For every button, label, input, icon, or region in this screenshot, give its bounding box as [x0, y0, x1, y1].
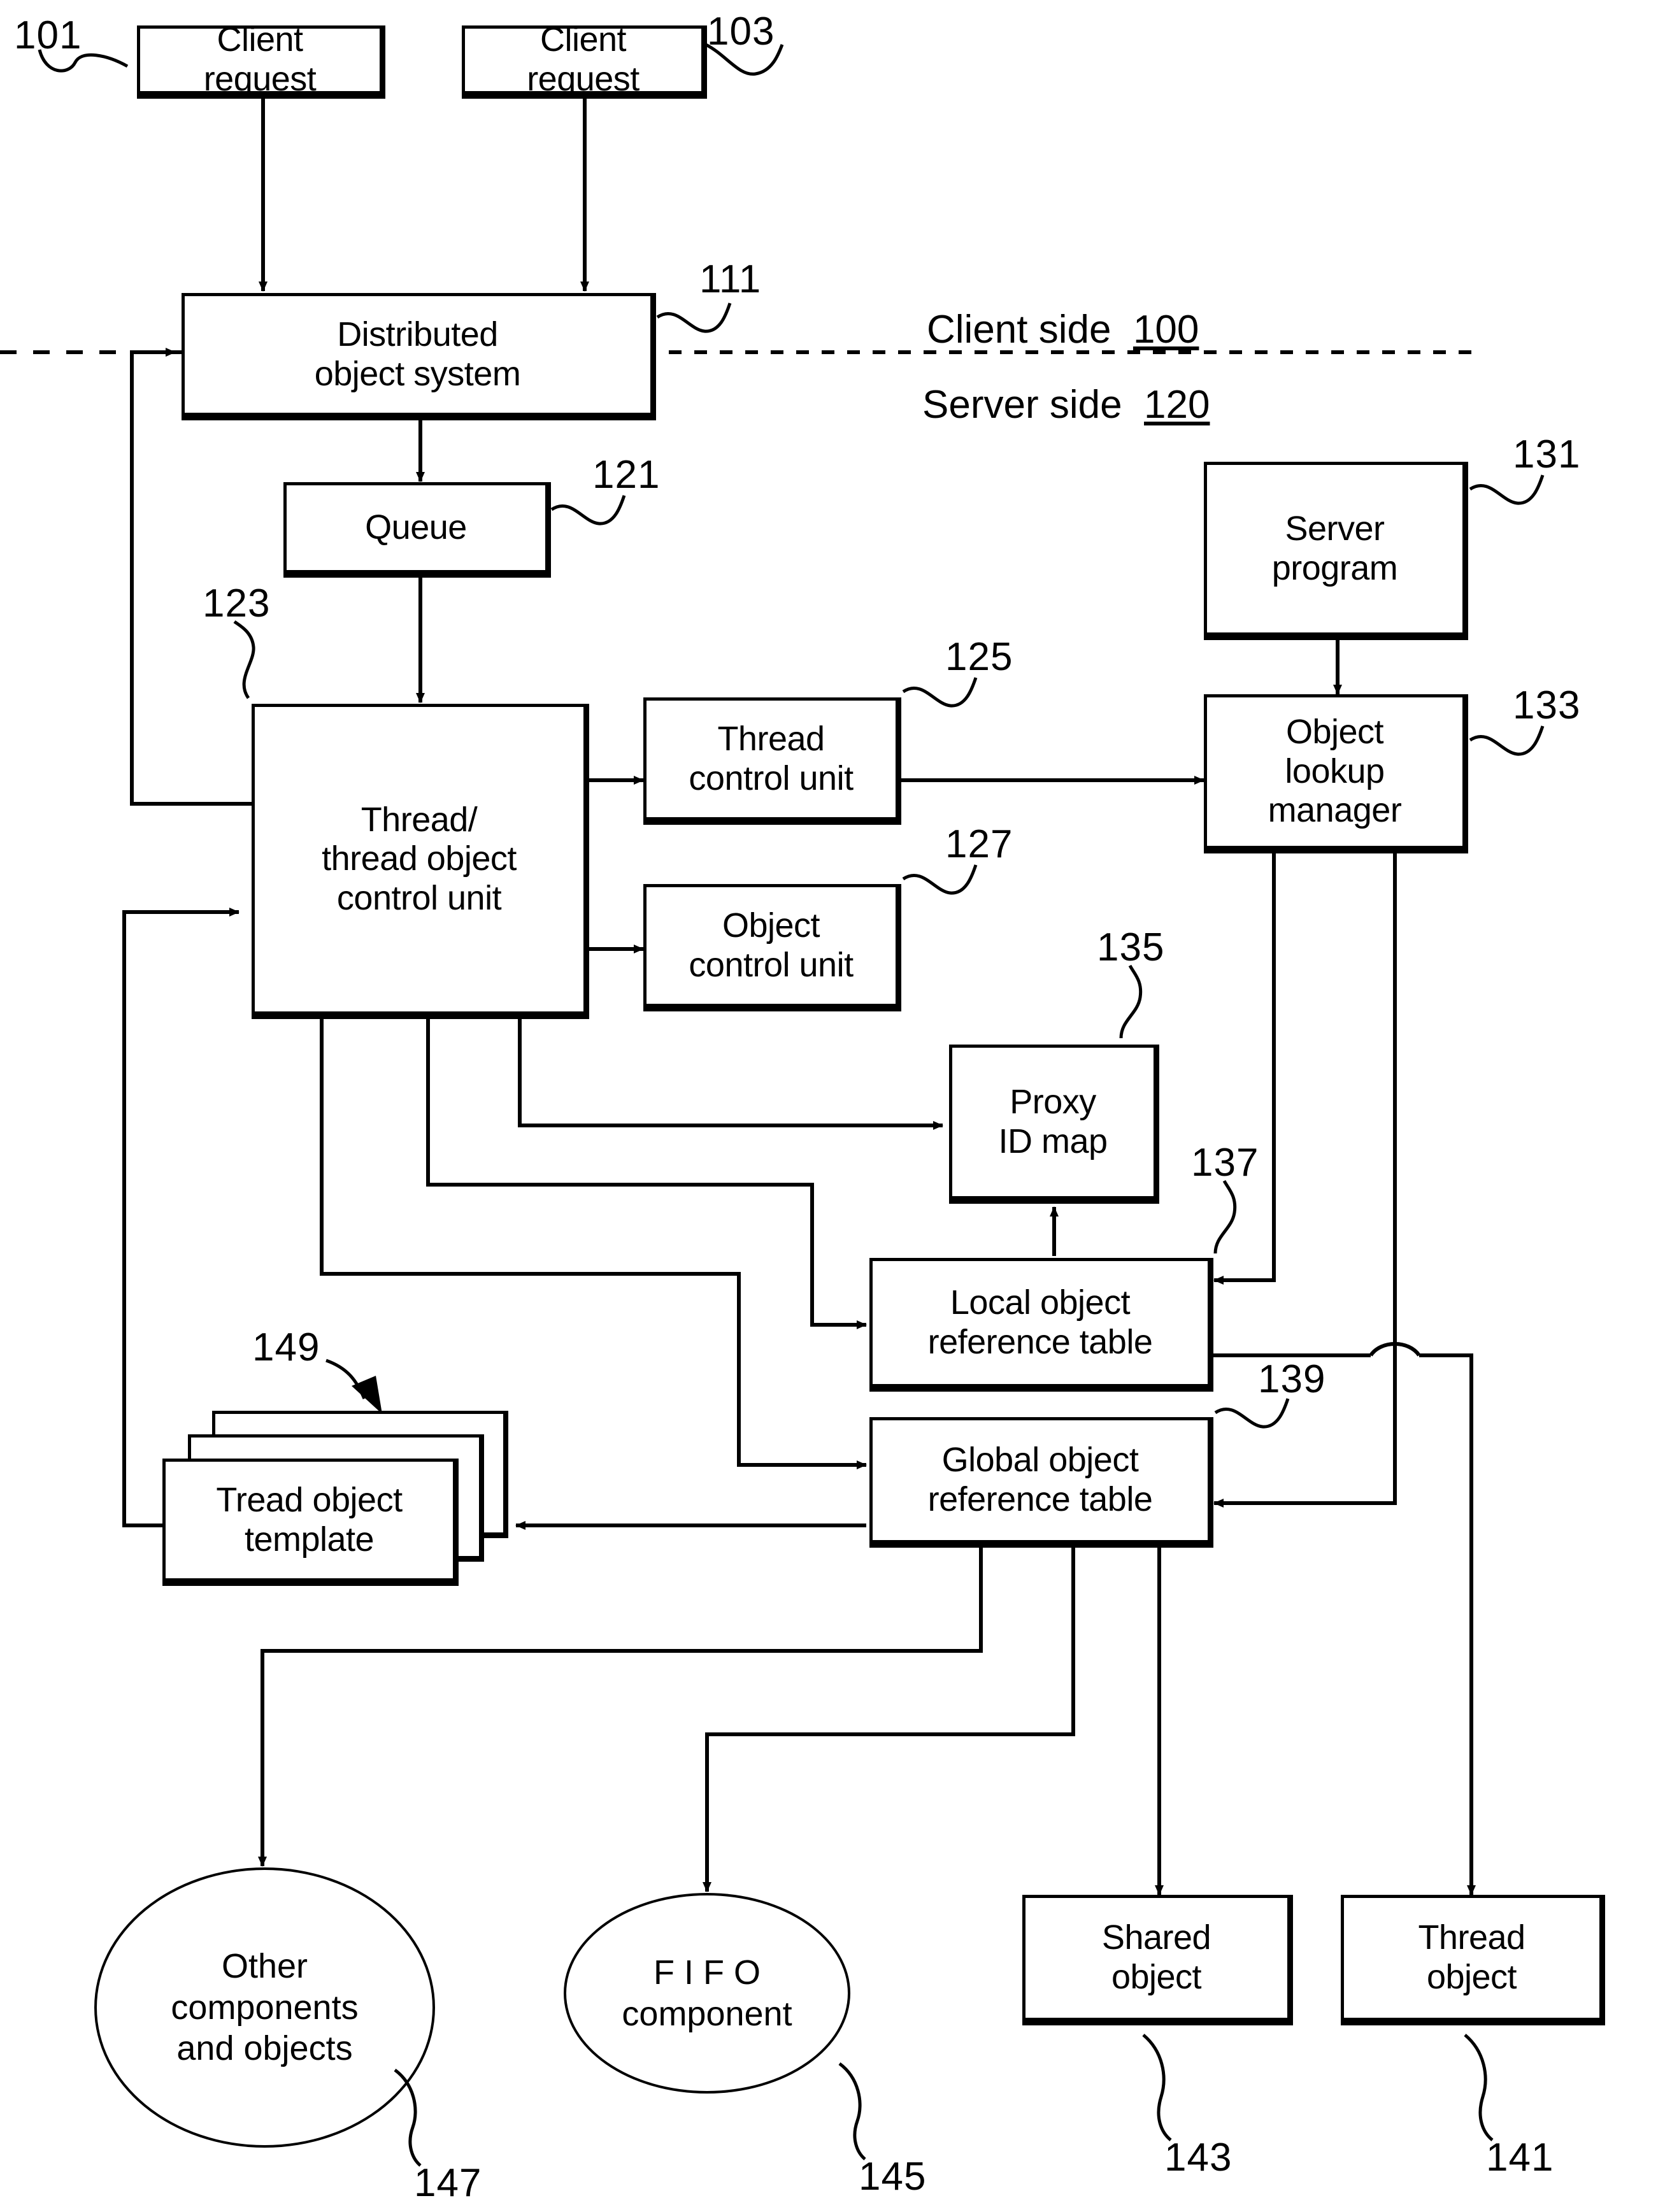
tread-object-template-label: Tread object template [216, 1480, 403, 1559]
leader-139 [1214, 1398, 1290, 1429]
leader-145 [838, 2062, 866, 2160]
leader-141 [1464, 2034, 1494, 2141]
shared-object-label: Shared object [1101, 1918, 1211, 1996]
proxy-id-map-label: Proxy ID map [998, 1082, 1108, 1160]
ref-137: 137 [1191, 1141, 1259, 1185]
ref-123: 133 [1513, 683, 1581, 727]
leader-137 [1213, 1180, 1237, 1254]
ref-103: 103 [707, 10, 775, 54]
object-control-unit-label: Object control unit [689, 906, 854, 984]
server-program-label: Server program [1271, 509, 1398, 587]
client-request-box-103[interactable]: Client request [462, 20, 707, 99]
distributed-object-system-label: Distributed object system [314, 315, 521, 393]
other-components-and-objects-ellipse[interactable]: Other components and objects [94, 1867, 435, 2148]
ref-125: 121 [592, 453, 661, 497]
leader-111 [656, 303, 732, 333]
global-object-reference-table-box[interactable]: Global object reference table [869, 1417, 1213, 1548]
object-lookup-manager-box[interactable]: Object lookup manager [1204, 694, 1468, 853]
client-side-label: Client side 100 [927, 307, 1199, 352]
wire-gort-other [258, 1548, 983, 1867]
wire-ttocu-gort [320, 1019, 867, 1469]
wire-olm-lort [1213, 831, 1276, 1285]
ref-145: 145 [859, 2155, 927, 2199]
server-side-label: Server side 120 [922, 382, 1210, 427]
other-components-and-objects-label: Other components and objects [171, 1946, 359, 2068]
local-object-reference-table-label: Local object reference table [927, 1283, 1153, 1361]
fifo-component-label: F I F O component [622, 1953, 792, 2033]
leader-143 [1142, 2034, 1172, 2141]
client-side-text: Client side [927, 308, 1111, 352]
wire-gort-fifo [703, 1548, 1075, 1892]
global-object-reference-table-label: Global object reference table [927, 1441, 1153, 1518]
ref-131: 125 [945, 635, 1013, 679]
ref-143: 143 [1164, 2136, 1232, 2180]
patent-figure: Client request Client request Distribute… [0, 0, 1679, 2212]
client-request-box-101[interactable]: Client request [137, 20, 385, 99]
wire-ttocu-lort [426, 1019, 867, 1329]
leader-123 [1469, 725, 1545, 756]
server-side-text: Server side [922, 383, 1122, 427]
ref-121: 131 [1513, 432, 1581, 476]
ref-139: 139 [1258, 1357, 1326, 1401]
thread-control-unit-box[interactable]: Thread control unit [643, 697, 901, 825]
ref-141: 141 [1486, 2136, 1554, 2180]
wire-ttocu-proxyidmap [518, 1019, 943, 1130]
client-request-label-101: Client request [203, 20, 317, 98]
leader-131 [902, 677, 978, 708]
distributed-object-system-box[interactable]: Distributed object system [182, 293, 656, 420]
leader-127 [233, 620, 255, 699]
server-side-number: 120 [1144, 383, 1210, 427]
queue-box[interactable]: Queue [283, 482, 551, 578]
fifo-component-ellipse[interactable]: F I F O component [564, 1893, 850, 2094]
object-control-unit-box[interactable]: Object control unit [643, 884, 901, 1011]
shared-object-box[interactable]: Shared object [1022, 1895, 1293, 2025]
client-side-number: 100 [1132, 308, 1199, 352]
ref-127: 123 [203, 582, 271, 625]
thread-object-label: Thread object [1418, 1918, 1525, 1996]
server-program-box[interactable]: Server program [1204, 462, 1468, 640]
object-lookup-manager-label: Object lookup manager [1268, 713, 1402, 830]
ref-133: 127 [945, 822, 1013, 866]
tread-object-template-box[interactable]: Tread object template [162, 1459, 459, 1586]
client-request-label-103: Client request [527, 20, 639, 98]
thread-control-unit-label: Thread control unit [689, 719, 854, 797]
leader-149 [325, 1359, 366, 1399]
leader-121 [1469, 475, 1545, 505]
queue-label: Queue [365, 508, 467, 546]
wire-lort-threadobject-2 [1419, 1353, 1476, 1895]
leader-135 [1119, 964, 1143, 1039]
ref-101: 101 [14, 13, 82, 57]
thread-thread-object-control-unit-box[interactable]: Thread/ thread object control unit [252, 704, 589, 1019]
thread-thread-object-control-unit-label: Thread/ thread object control unit [322, 800, 517, 917]
arrowhead-149 [352, 1376, 382, 1414]
leader-133 [902, 864, 978, 895]
ref-111: 111 [699, 257, 762, 301]
ref-149: 149 [252, 1325, 320, 1369]
ref-147: 147 [414, 2161, 482, 2205]
wire-hop [1369, 1342, 1421, 1357]
thread-object-box[interactable]: Thread object [1341, 1895, 1605, 2025]
ref-135: 135 [1097, 925, 1165, 969]
leader-125 [550, 495, 626, 525]
local-object-reference-table-box[interactable]: Local object reference table [869, 1258, 1213, 1392]
proxy-id-map-box[interactable]: Proxy ID map [949, 1045, 1159, 1204]
